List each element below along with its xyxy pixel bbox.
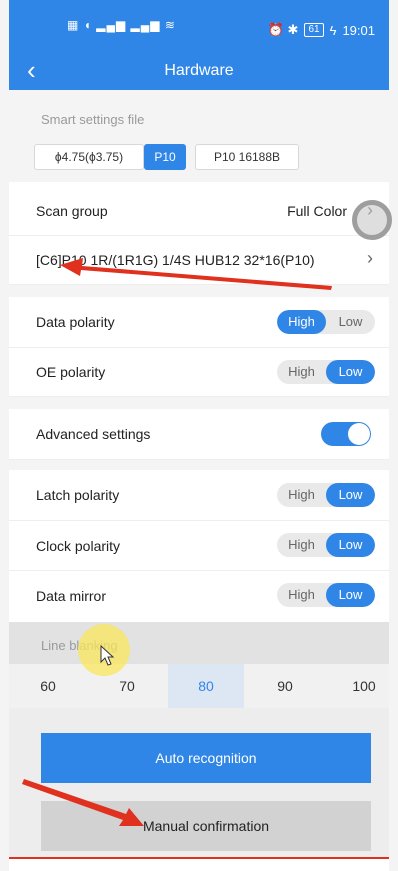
annotation-arrows xyxy=(22,258,332,826)
red-arrow-icon xyxy=(60,258,332,290)
app-screen: ▦ ◖ ▂▄▆ ▂▄▆ ≋ ⏰ ✱ 61 ϟ 19:01 ‹ Hardware … xyxy=(0,0,398,871)
cursor-pointer-icon xyxy=(100,644,115,666)
red-arrow-icon xyxy=(22,779,144,826)
